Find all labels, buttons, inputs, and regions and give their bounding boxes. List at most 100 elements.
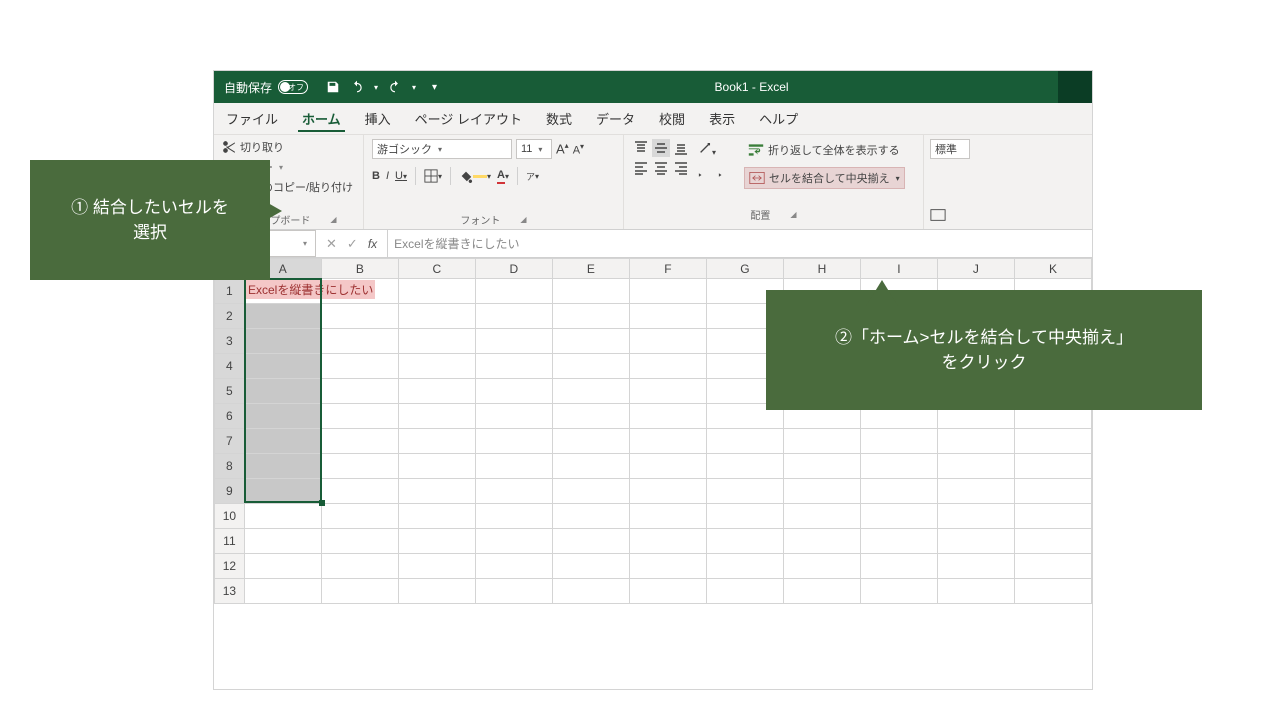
cell[interactable]	[783, 579, 860, 604]
cell[interactable]	[552, 529, 629, 554]
cell[interactable]	[1014, 454, 1091, 479]
cell[interactable]	[629, 504, 706, 529]
cell[interactable]	[398, 329, 475, 354]
qat-customize-icon[interactable]: ▾	[426, 82, 437, 93]
fx-icon[interactable]: fx	[368, 237, 377, 251]
redo-icon[interactable]	[388, 80, 402, 94]
enter-icon[interactable]: ✓	[347, 236, 358, 252]
cell[interactable]	[244, 504, 321, 529]
tab-page-layout[interactable]: ページ レイアウト	[403, 103, 534, 134]
window-controls[interactable]	[1058, 71, 1092, 103]
fill-handle-icon[interactable]	[319, 500, 325, 506]
cell[interactable]	[244, 329, 321, 354]
cell[interactable]	[321, 304, 398, 329]
cell[interactable]	[552, 379, 629, 404]
cell[interactable]	[629, 279, 706, 304]
cell[interactable]	[552, 329, 629, 354]
cell[interactable]	[475, 329, 552, 354]
cell[interactable]	[244, 479, 321, 504]
cell[interactable]	[860, 429, 937, 454]
bold-button[interactable]: B	[372, 170, 380, 182]
column-header[interactable]: K	[1014, 259, 1091, 279]
cell[interactable]	[398, 554, 475, 579]
align-bottom-icon[interactable]	[672, 139, 690, 157]
align-center-icon[interactable]	[652, 159, 670, 177]
cell[interactable]	[244, 529, 321, 554]
cell[interactable]	[783, 479, 860, 504]
cell[interactable]	[860, 504, 937, 529]
cell[interactable]	[1014, 504, 1091, 529]
cell[interactable]	[475, 479, 552, 504]
cell[interactable]	[783, 529, 860, 554]
increase-font-icon[interactable]: A▴	[556, 141, 569, 156]
cut-button[interactable]: 切り取り	[222, 139, 355, 155]
row-header[interactable]: 3	[215, 329, 245, 354]
font-name-combo[interactable]: 游ゴシック▾	[372, 139, 512, 159]
cell[interactable]	[783, 504, 860, 529]
undo-dropdown-icon[interactable]: ▾	[374, 83, 378, 92]
cell[interactable]	[629, 579, 706, 604]
cell[interactable]	[937, 579, 1014, 604]
cell[interactable]	[629, 329, 706, 354]
cell[interactable]	[937, 504, 1014, 529]
cell[interactable]	[475, 454, 552, 479]
cell[interactable]	[398, 354, 475, 379]
cell[interactable]	[706, 429, 783, 454]
cell[interactable]	[475, 279, 552, 304]
cell[interactable]	[1014, 529, 1091, 554]
cell[interactable]	[398, 304, 475, 329]
cell[interactable]	[629, 404, 706, 429]
cell[interactable]	[398, 579, 475, 604]
dialog-launcher-icon[interactable]: ◢	[520, 215, 526, 224]
font-size-combo[interactable]: 11▾	[516, 139, 552, 159]
cell[interactable]	[244, 354, 321, 379]
cell[interactable]	[321, 454, 398, 479]
cell[interactable]	[1014, 429, 1091, 454]
cell[interactable]	[552, 279, 629, 304]
cell[interactable]	[398, 404, 475, 429]
row-header[interactable]: 7	[215, 429, 245, 454]
align-middle-icon[interactable]	[652, 139, 670, 157]
cancel-icon[interactable]: ✕	[326, 236, 337, 252]
align-left-icon[interactable]	[632, 159, 650, 177]
cell[interactable]	[860, 554, 937, 579]
cell[interactable]	[475, 529, 552, 554]
cell[interactable]	[706, 504, 783, 529]
cell[interactable]	[244, 454, 321, 479]
cell[interactable]	[475, 404, 552, 429]
cell[interactable]	[783, 429, 860, 454]
undo-icon[interactable]	[350, 80, 364, 94]
cell[interactable]	[552, 429, 629, 454]
cell[interactable]	[244, 579, 321, 604]
cell[interactable]	[244, 404, 321, 429]
cell[interactable]	[937, 554, 1014, 579]
cell[interactable]	[475, 554, 552, 579]
cell[interactable]	[244, 304, 321, 329]
cell[interactable]	[321, 579, 398, 604]
row-header[interactable]: 9	[215, 479, 245, 504]
redo-dropdown-icon[interactable]: ▾	[412, 83, 416, 92]
row-header[interactable]: 5	[215, 379, 245, 404]
row-header[interactable]: 8	[215, 454, 245, 479]
cell[interactable]	[783, 554, 860, 579]
cell[interactable]	[860, 529, 937, 554]
row-header[interactable]: 10	[215, 504, 245, 529]
cell[interactable]	[783, 454, 860, 479]
cell[interactable]	[321, 554, 398, 579]
formula-input[interactable]: Excelを縦書きにしたい	[388, 235, 519, 252]
save-icon[interactable]	[326, 80, 340, 94]
cell[interactable]	[321, 354, 398, 379]
cell[interactable]	[244, 379, 321, 404]
cell[interactable]	[1014, 579, 1091, 604]
row-header[interactable]: 13	[215, 579, 245, 604]
increase-indent-icon[interactable]	[718, 168, 732, 185]
tab-file[interactable]: ファイル	[214, 103, 290, 134]
cell[interactable]	[475, 429, 552, 454]
phonetic-button[interactable]: ア ▾	[526, 170, 539, 183]
cell[interactable]	[552, 354, 629, 379]
cell[interactable]	[937, 529, 1014, 554]
cell[interactable]	[629, 354, 706, 379]
column-header[interactable]: J	[937, 259, 1014, 279]
cell[interactable]	[937, 479, 1014, 504]
decrease-indent-icon[interactable]	[698, 168, 712, 185]
